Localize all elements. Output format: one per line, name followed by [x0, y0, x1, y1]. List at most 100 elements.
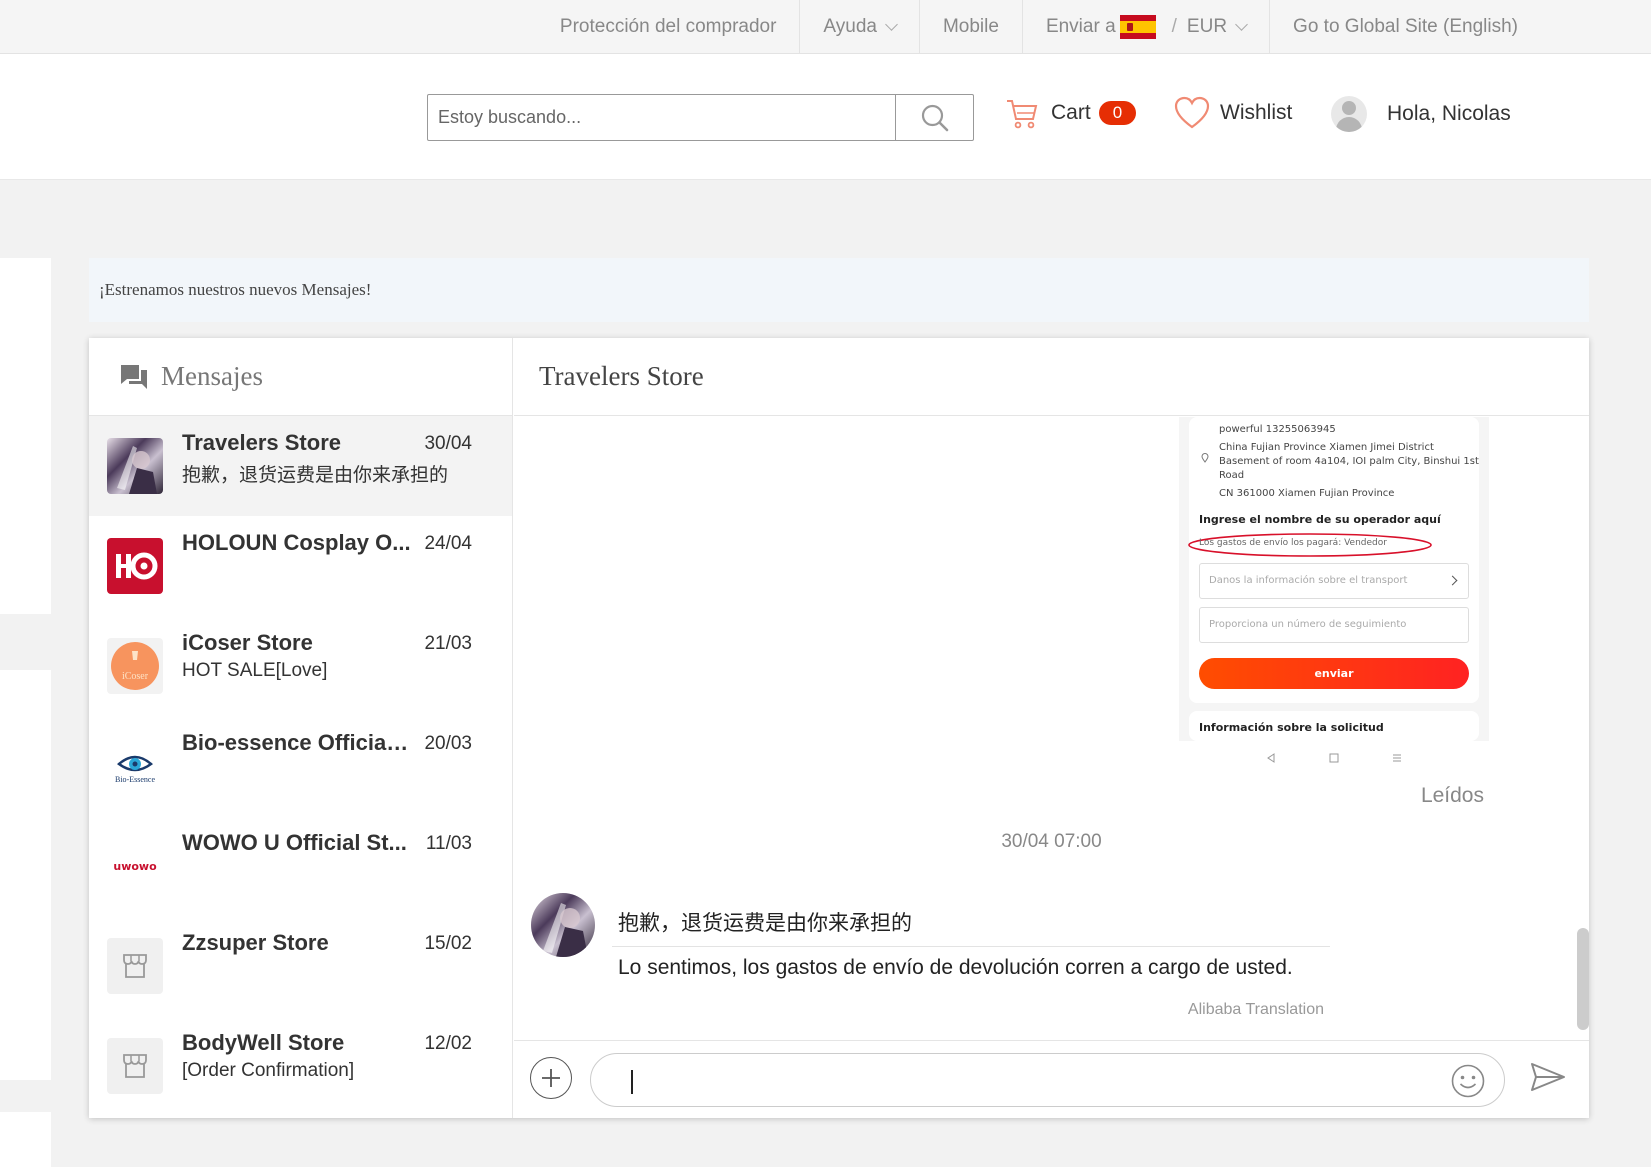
emoji-icon[interactable]	[1450, 1063, 1486, 1099]
conversation-preview: [Order Confirmation]	[182, 1060, 355, 1081]
search-button[interactable]	[895, 95, 973, 140]
conversation-item-holoun[interactable]: HOLOUN Cosplay O... 24/04	[89, 516, 512, 616]
conversation-date: 21/03	[424, 633, 472, 654]
conversation-sidebar: Mensajes Travelers Store 30/04 抱歉，退货运费是由…	[89, 338, 513, 1118]
heart-icon	[1174, 96, 1210, 129]
screenshot-submit-button: enviar	[1199, 658, 1469, 689]
chevron-down-icon	[885, 17, 898, 31]
chat-icon	[121, 364, 147, 389]
messenger: Mensajes Travelers Store 30/04 抱歉，退货运费是由…	[89, 338, 1589, 1118]
screenshot-tracking-field: Proporciona un número de seguimiento	[1199, 607, 1469, 643]
search-icon	[921, 104, 948, 131]
side-panel	[0, 1112, 51, 1167]
global-site-link[interactable]: Go to Global Site (English)	[1269, 0, 1541, 54]
spain-flag-icon	[1119, 15, 1156, 39]
sender-avatar	[531, 893, 595, 957]
message-original-text: 抱歉，退货运费是由你来承担的	[618, 912, 912, 935]
sidebar-header: Mensajes	[89, 338, 512, 416]
conversation-item-icoser[interactable]: iCoser iCoser Store 21/03 HOT SALE[Love]	[89, 616, 512, 716]
uwowo-logo: uwowo	[107, 838, 163, 894]
attach-button[interactable]	[530, 1057, 572, 1099]
help-label: Ayuda	[823, 16, 877, 37]
screenshot-request-info: Información sobre la solicitud	[1199, 721, 1384, 734]
account-menu[interactable]: Hola, Nicolas	[1331, 96, 1511, 132]
image-message[interactable]: powerful 13255063945 China Fujian Provin…	[1179, 417, 1489, 775]
chat-pane: Travelers Store powerful 13255063945 Chi…	[514, 338, 1589, 1118]
plus-icon	[542, 1069, 560, 1087]
phone-nav-bar	[1179, 741, 1489, 775]
conversation-item-bodywell[interactable]: BodyWell Store 12/02 [Order Confirmation…	[89, 1016, 512, 1116]
conversation-item-zzsuper[interactable]: Zzsuper Store 15/02	[89, 916, 512, 1016]
conversation-name: Travelers Store	[182, 430, 341, 455]
holoun-logo	[107, 538, 163, 594]
search-input[interactable]	[428, 95, 895, 140]
cart-link[interactable]: Cart 0	[1005, 96, 1137, 130]
screenshot-phone: powerful 13255063945	[1219, 424, 1336, 435]
side-panel	[0, 258, 51, 614]
icoser-logo: iCoser	[107, 638, 163, 694]
screenshot-tracking-placeholder: Proporciona un número de seguimiento	[1209, 619, 1407, 630]
conversation-name: WOWO U Official St...	[182, 830, 407, 855]
help-menu[interactable]: Ayuda	[799, 0, 919, 54]
message-composer	[514, 1040, 1589, 1118]
ship-to-label: Enviar a	[1045, 16, 1116, 37]
mobile-link[interactable]: Mobile	[918, 0, 1022, 54]
screenshot-shipping-payer: Los gastos de envío los pagará: Vendedor	[1199, 538, 1387, 548]
currency-separator: /	[1171, 16, 1177, 37]
conversation-preview: HOT SALE[Love]	[182, 660, 328, 681]
screenshot-address-1: China Fujian Province Xiamen Jimei Distr…	[1219, 442, 1434, 453]
message-input[interactable]	[590, 1053, 1505, 1107]
conversation-date: 11/03	[425, 833, 472, 854]
conversation-date: 30/04	[424, 433, 472, 454]
message-timestamp: 30/04 07:00	[1001, 831, 1102, 852]
screenshot-card: powerful 13255063945 China Fujian Provin…	[1188, 417, 1479, 703]
store-icon	[107, 1038, 163, 1094]
store-icon	[107, 938, 163, 994]
cart-icon	[1007, 100, 1038, 129]
conversation-name: HOLOUN Cosplay O...	[182, 530, 411, 555]
screenshot-address-2: Basement of room 4a104, IOI palm City, B…	[1219, 456, 1479, 467]
message-translation-text: Lo sentimos, los gastos de envío de devo…	[618, 956, 1293, 979]
sidebar-title: Mensajes	[161, 361, 263, 391]
search-box	[427, 94, 974, 141]
screenshot-address-4: CN 361000 Xiamen Fujian Province	[1219, 488, 1395, 499]
conversation-item-bio-essence[interactable]: Bio-Essence Bio-essence Official ... 20/…	[89, 716, 512, 816]
conversation-date: 12/02	[424, 1033, 472, 1054]
conversation-item-wowo-u[interactable]: uwowo WOWO U Official St... 11/03	[89, 816, 512, 916]
chat-scrollbar[interactable]	[1577, 928, 1589, 1030]
location-pin-icon	[1201, 453, 1209, 463]
screenshot-transport-field: Danos la información sobre el transport	[1199, 563, 1469, 599]
conversation-name: Bio-essence Official ...	[182, 730, 414, 755]
text-caret	[631, 1070, 633, 1094]
screenshot-transport-placeholder: Danos la información sobre el transport	[1209, 575, 1408, 586]
conversation-date: 15/02	[424, 933, 472, 954]
conversation-item-travelers-store[interactable]: Travelers Store 30/04 抱歉，退货运费是由你来承担的	[89, 416, 512, 516]
screenshot-address-3: Road	[1219, 470, 1245, 481]
currency-label: EUR	[1186, 16, 1228, 37]
uwowo-logo-text: uwowo	[113, 860, 157, 873]
cart-count-badge: 0	[1098, 101, 1137, 125]
wishlist-link[interactable]: Wishlist	[1174, 96, 1292, 130]
header: Cart 0 Wishlist Hola, Nicolas	[0, 54, 1651, 180]
buyer-protection-link[interactable]: Protección del comprador	[537, 0, 800, 54]
chat-title: Travelers Store	[514, 338, 1589, 416]
back-triangle-icon	[1266, 753, 1275, 763]
translation-source: Alibaba Translation	[1187, 1001, 1324, 1018]
chevron-down-icon	[1235, 17, 1248, 31]
ship-to-selector[interactable]: Enviar a / EUR	[1021, 0, 1269, 54]
new-messages-notice: ¡Estrenamos nuestros nuevos Mensajes!	[89, 258, 1589, 322]
bio-essence-logo: Bio-Essence	[107, 738, 163, 794]
conversation-date: 24/04	[424, 533, 472, 554]
top-links: Protección del comprador Ayuda Mobile En…	[537, 0, 1541, 54]
send-icon	[1531, 1063, 1565, 1091]
store-avatar	[107, 438, 163, 494]
screenshot-request-card: Información sobre la solicitud	[1189, 711, 1479, 741]
greeting-label: Hola, Nicolas	[1387, 102, 1511, 125]
read-status: Leídos	[1420, 784, 1484, 807]
icoser-logo-text: iCoser	[122, 671, 149, 682]
conversation-name: BodyWell Store	[182, 1030, 345, 1055]
top-bar: Protección del comprador Ayuda Mobile En…	[0, 0, 1651, 54]
cart-label: Cart	[1051, 101, 1091, 124]
send-button[interactable]	[1530, 1061, 1566, 1098]
wishlist-label: Wishlist	[1220, 101, 1293, 124]
